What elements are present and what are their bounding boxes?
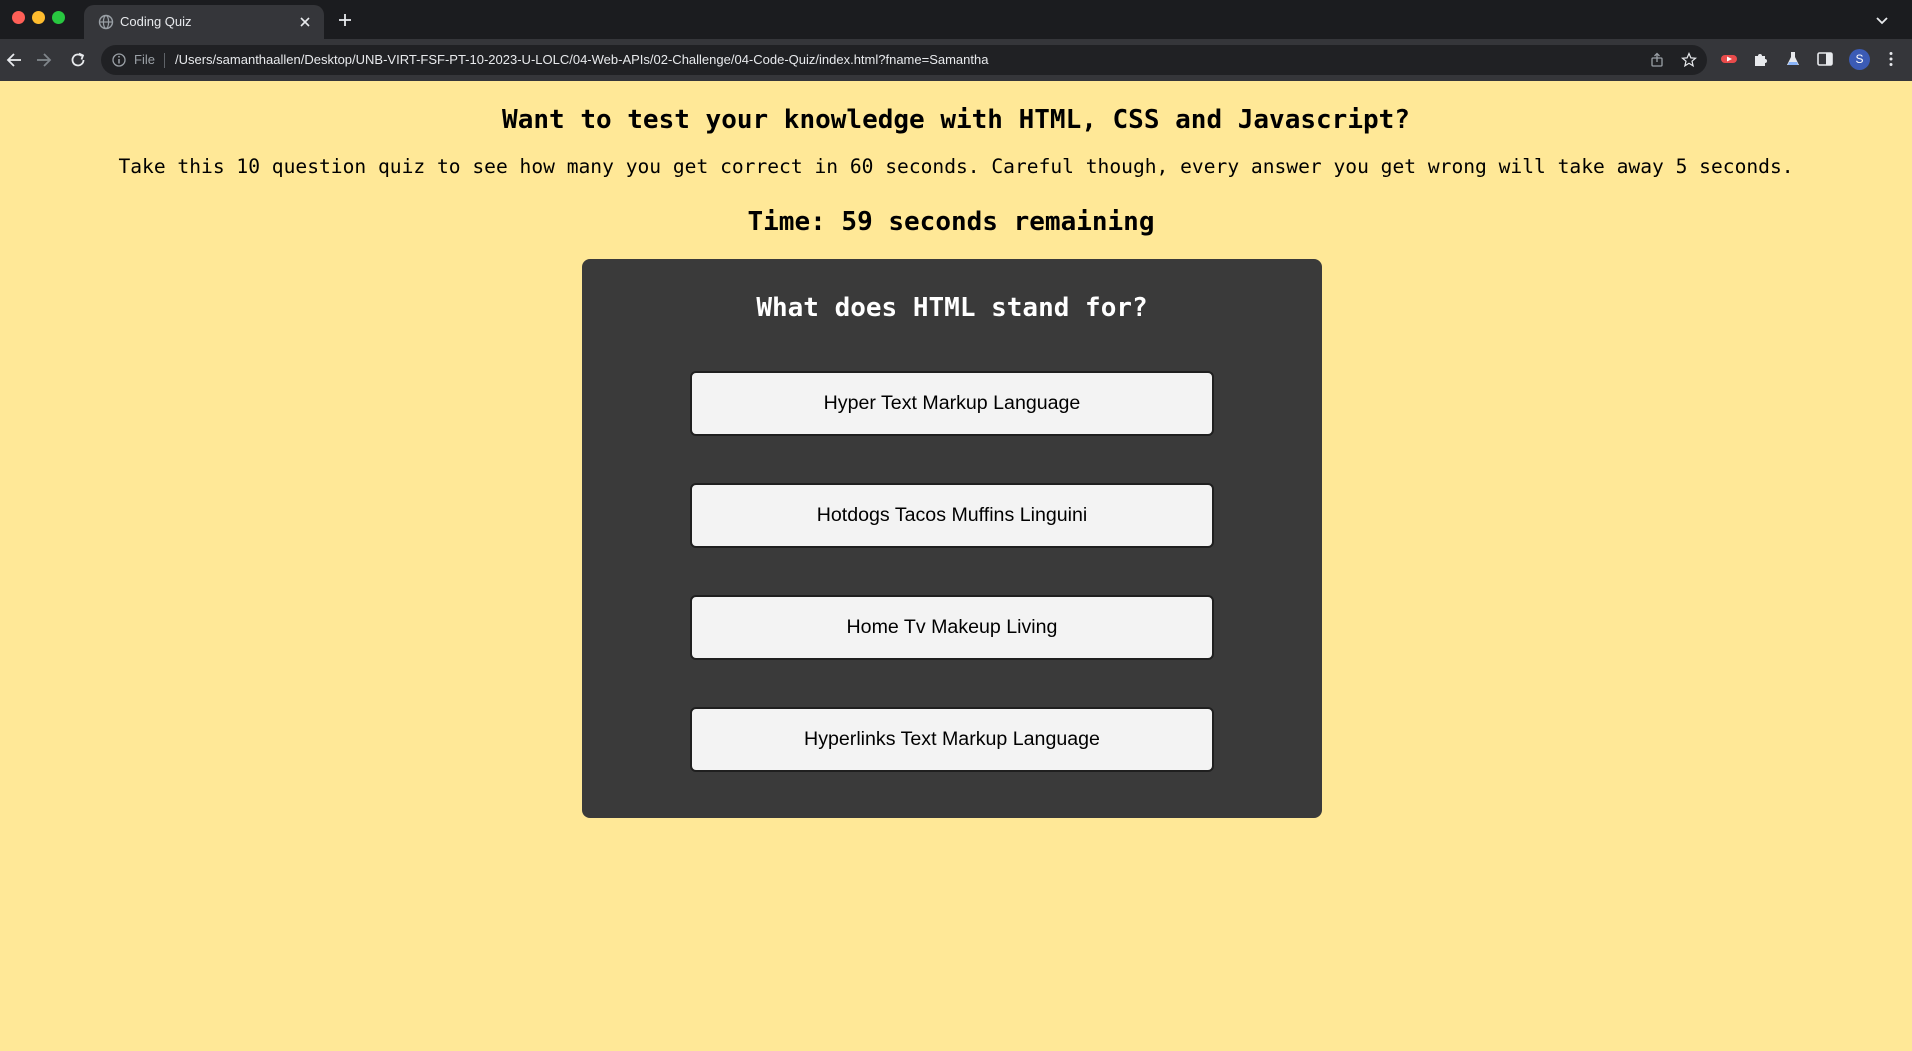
quiz-instructions: Take this 10 question quiz to see how ma… [118, 155, 1794, 178]
page-heading: Want to test your knowledge with HTML, C… [502, 105, 1410, 135]
share-icon[interactable] [1649, 52, 1665, 68]
tab-strip: Coding Quiz [0, 0, 1912, 39]
back-arrow-icon[interactable] [4, 50, 24, 70]
extensions-puzzle-icon[interactable] [1752, 50, 1770, 68]
browser-toolbar: File /Users/samanthaallen/Desktop/UNB-VI… [0, 39, 1912, 81]
browser-chrome: Coding Quiz File /Users/samanthaallen/De… [0, 0, 1912, 81]
scheme-label: File [134, 52, 155, 67]
omnibox-divider [164, 53, 165, 68]
quiz-page: Want to test your knowledge with HTML, C… [0, 81, 1912, 1051]
profile-avatar[interactable]: S [1849, 49, 1870, 70]
address-bar[interactable]: File /Users/samanthaallen/Desktop/UNB-VI… [101, 45, 1707, 75]
close-tab-icon[interactable] [296, 13, 314, 31]
answer-button[interactable]: Hotdogs Tacos Muffins Linguini [690, 483, 1214, 548]
url-text[interactable]: /Users/samanthaallen/Desktop/UNB-VIRT-FS… [175, 52, 988, 67]
question-card: What does HTML stand for? Hyper Text Mar… [582, 259, 1322, 818]
info-icon[interactable] [111, 52, 127, 68]
minimize-window-button[interactable] [32, 11, 45, 24]
answer-button[interactable]: Home Tv Makeup Living [690, 595, 1214, 660]
tab-title: Coding Quiz [120, 14, 192, 29]
question-text: What does HTML stand for? [756, 293, 1148, 323]
tab-coding-quiz[interactable]: Coding Quiz [84, 5, 324, 39]
tab-search-chevron-icon[interactable] [1874, 12, 1890, 28]
kebab-menu-icon[interactable] [1882, 50, 1900, 68]
maximize-window-button[interactable] [52, 11, 65, 24]
side-panel-icon[interactable] [1816, 50, 1834, 68]
new-tab-icon[interactable] [336, 11, 354, 29]
globe-icon [98, 14, 114, 30]
answer-button[interactable]: Hyperlinks Text Markup Language [690, 707, 1214, 772]
timer-text: Time: 59 seconds remaining [747, 207, 1155, 237]
close-window-button[interactable] [12, 11, 25, 24]
bookmark-star-icon[interactable] [1681, 52, 1697, 68]
forward-arrow-icon[interactable] [34, 50, 54, 70]
reload-icon[interactable] [68, 50, 88, 70]
answer-button[interactable]: Hyper Text Markup Language [690, 371, 1214, 436]
extension-red-icon[interactable] [1720, 50, 1738, 68]
labs-flask-icon[interactable] [1784, 50, 1802, 68]
